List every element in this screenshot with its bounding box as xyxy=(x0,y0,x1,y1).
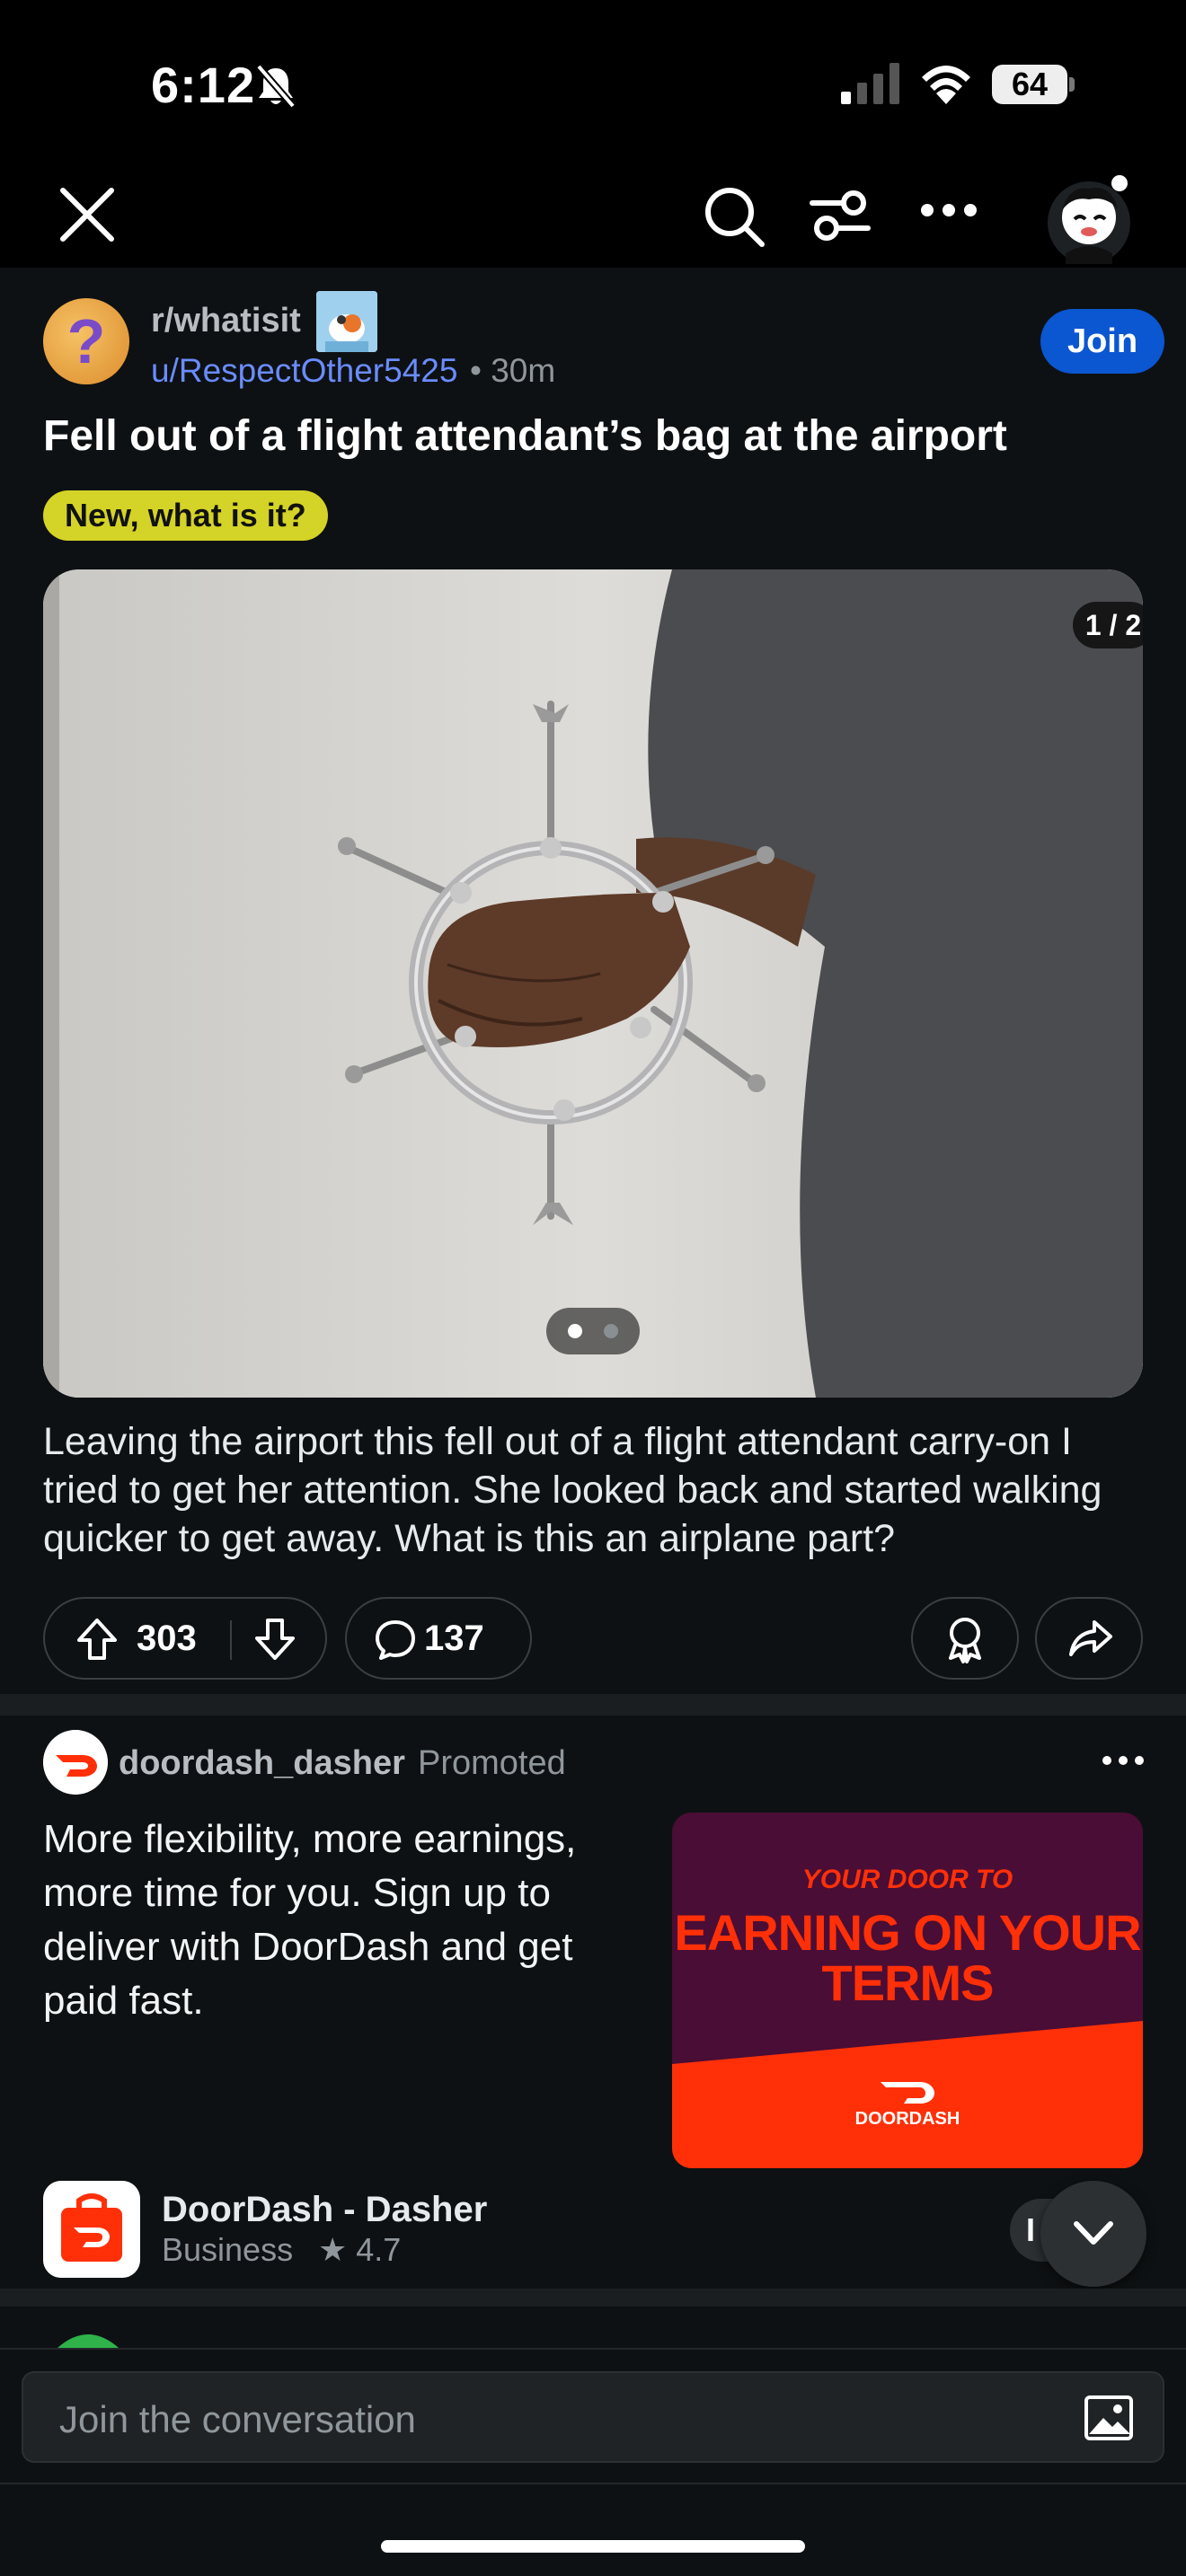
home-indicator xyxy=(381,2540,805,2553)
comments-button[interactable]: 137 xyxy=(345,1597,532,1680)
comment-icon xyxy=(376,1620,415,1660)
post-flair[interactable]: New, what is it? xyxy=(43,490,328,541)
next-post-avatar-peek xyxy=(58,2334,119,2348)
composer-placeholder: Join the conversation xyxy=(59,2398,416,2440)
divider xyxy=(0,2483,1186,2484)
battery-level: 64 xyxy=(992,65,1067,104)
carousel-dot[interactable] xyxy=(604,1324,618,1338)
ad-image-brand: DOORDASH xyxy=(854,2109,960,2129)
downvote-icon[interactable] xyxy=(253,1617,296,1662)
share-icon xyxy=(1069,1620,1112,1656)
image-icon[interactable] xyxy=(1084,2395,1134,2441)
subreddit-avatar[interactable]: ? xyxy=(43,298,129,384)
author-link[interactable]: u/RespectOther5425 xyxy=(151,352,457,390)
ad-text[interactable]: More flexibility, more earnings, more ti… xyxy=(43,1813,636,2028)
award-button[interactable] xyxy=(911,1597,1019,1680)
post-photo xyxy=(43,569,1143,1398)
upvote-icon[interactable] xyxy=(75,1617,119,1662)
join-button[interactable]: Join xyxy=(1040,309,1164,374)
advertiser-avatar[interactable] xyxy=(43,1730,108,1795)
carousel-dots[interactable] xyxy=(546,1308,640,1354)
status-time: 6:12 xyxy=(151,57,256,113)
promoted-label: Promoted xyxy=(418,1744,566,1782)
divider xyxy=(0,1694,1186,1716)
post-media-carousel[interactable]: 1 / 2 xyxy=(43,569,1143,1398)
post-title[interactable]: Fell out of a flight attendant’s bag at … xyxy=(43,411,1007,461)
status-bar: 6:12 64 xyxy=(0,0,1186,171)
post-time: • 30m xyxy=(470,352,556,389)
app-category: Business xyxy=(162,2231,294,2268)
subreddit-name[interactable]: r/whatisit xyxy=(151,302,301,340)
comment-count: 137 xyxy=(424,1619,484,1658)
comment-composer[interactable]: Join the conversation xyxy=(22,2371,1164,2463)
battery-icon: 64 xyxy=(992,65,1075,104)
share-button[interactable] xyxy=(1035,1597,1143,1680)
vote-divider xyxy=(230,1620,232,1660)
advertiser-name[interactable]: doordash_dasher xyxy=(119,1744,405,1783)
ad-more-icon[interactable] xyxy=(1096,1742,1150,1778)
chevron-down-icon xyxy=(1074,2221,1113,2245)
battery-nub xyxy=(1069,77,1075,92)
ad-image-tagline: YOUR DOOR TO xyxy=(801,1865,1013,1894)
media-counter: 1 / 2 xyxy=(1073,602,1143,648)
app-rating: ★ 4.7 xyxy=(318,2231,402,2268)
post-body: Leaving the airport this fell out of a f… xyxy=(43,1420,1102,1560)
app-icon[interactable] xyxy=(43,2181,140,2278)
more-icon[interactable] xyxy=(920,201,978,219)
carousel-dot[interactable] xyxy=(568,1324,582,1338)
wifi-icon xyxy=(922,66,970,104)
filter-icon[interactable] xyxy=(809,185,872,246)
upvote-count: 303 xyxy=(137,1619,197,1658)
subreddit-badge-icon xyxy=(316,291,377,352)
divider xyxy=(0,2289,1186,2307)
ad-image[interactable]: YOUR DOOR TO EARNING ON YOUR TERMS DOORD… xyxy=(672,1813,1143,2168)
ad-image-headline: EARNING ON YOUR TERMS xyxy=(674,1904,1141,2011)
cellular-signal-icon xyxy=(841,63,899,104)
vote-bar: 303 xyxy=(43,1597,327,1680)
app-name[interactable]: DoorDash - Dasher xyxy=(162,2190,487,2230)
avatar[interactable] xyxy=(1042,172,1132,266)
search-icon[interactable] xyxy=(701,183,767,250)
question-mark-icon: ? xyxy=(66,306,106,376)
scroll-down-button[interactable] xyxy=(1040,2181,1146,2287)
top-nav xyxy=(0,171,1186,268)
bell-slash-icon xyxy=(255,64,296,109)
award-icon xyxy=(949,1618,981,1663)
close-icon[interactable] xyxy=(56,183,119,246)
